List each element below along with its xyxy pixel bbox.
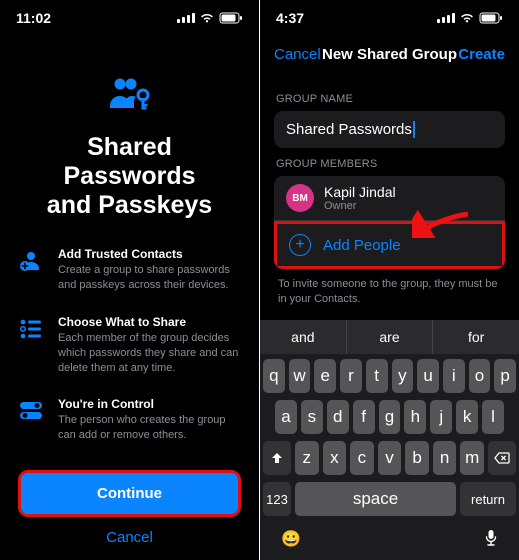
key-row-1: q w e r t y u i o p — [263, 359, 516, 393]
key-c[interactable]: c — [350, 441, 374, 475]
new-group-screen: 4:37 Cancel New Shared Group Create GROU… — [260, 0, 519, 560]
key-t[interactable]: t — [366, 359, 388, 393]
key-y[interactable]: y — [392, 359, 414, 393]
cellular-icon — [177, 13, 195, 23]
page-title: Shared Passwords and Passkeys — [18, 133, 241, 219]
nav-create-button[interactable]: Create — [458, 46, 505, 63]
dictation-key[interactable] — [484, 529, 498, 552]
suggestion[interactable]: for — [433, 320, 519, 354]
keyboard-footer: 😀 — [263, 523, 516, 556]
status-bar: 4:37 — [260, 0, 519, 36]
group-name-label: GROUP NAME — [276, 93, 503, 105]
wifi-icon — [199, 12, 215, 24]
key-row-3: z x c v b n m — [263, 441, 516, 475]
status-time: 4:37 — [276, 10, 304, 26]
key-r[interactable]: r — [340, 359, 362, 393]
suggestion[interactable]: and — [260, 320, 347, 354]
key-f[interactable]: f — [353, 400, 375, 434]
invite-footnote: To invite someone to the group, they mus… — [278, 277, 501, 307]
key-a[interactable]: a — [275, 400, 297, 434]
keyboard: and are for q w e r t y u i o p a — [260, 320, 519, 560]
key-b[interactable]: b — [405, 441, 429, 475]
key-j[interactable]: j — [430, 400, 452, 434]
nav-title: New Shared Group — [322, 46, 457, 63]
status-indicators — [437, 12, 503, 24]
member-name: Kapil Jindal — [324, 184, 493, 200]
feature-choose-share: Choose What to Share Each member of the … — [18, 315, 241, 376]
member-role: Owner — [324, 200, 493, 212]
key-i[interactable]: i — [443, 359, 465, 393]
key-v[interactable]: v — [378, 441, 402, 475]
continue-button[interactable]: Continue — [18, 470, 241, 517]
key-d[interactable]: d — [327, 400, 349, 434]
feature-desc: Create a group to share passwords and pa… — [58, 263, 241, 293]
group-members-label: GROUP MEMBERS — [276, 158, 503, 170]
key-w[interactable]: w — [289, 359, 311, 393]
shift-key[interactable] — [263, 441, 291, 475]
members-card: BM Kapil Jindal Owner + Add People — [274, 176, 505, 269]
feature-trusted-contacts: Add Trusted Contacts Create a group to s… — [18, 247, 241, 293]
shared-passwords-hero-icon — [18, 76, 241, 115]
key-e[interactable]: e — [314, 359, 336, 393]
return-key[interactable]: return — [460, 482, 516, 516]
suggestion[interactable]: are — [347, 320, 434, 354]
key-x[interactable]: x — [323, 441, 347, 475]
key-n[interactable]: n — [433, 441, 457, 475]
key-q[interactable]: q — [263, 359, 285, 393]
feature-desc: Each member of the group decides which p… — [58, 331, 241, 376]
key-k[interactable]: k — [456, 400, 478, 434]
numbers-key[interactable]: 123 — [263, 482, 291, 516]
key-o[interactable]: o — [469, 359, 491, 393]
nav-cancel-button[interactable]: Cancel — [274, 46, 321, 63]
group-name-input[interactable]: Shared Passwords — [274, 111, 505, 148]
key-h[interactable]: h — [404, 400, 426, 434]
cancel-button[interactable]: Cancel — [18, 517, 241, 560]
member-row[interactable]: BM Kapil Jindal Owner — [274, 176, 505, 221]
emoji-key[interactable]: 😀 — [281, 529, 301, 552]
feature-title: You're in Control — [58, 397, 241, 411]
key-s[interactable]: s — [301, 400, 323, 434]
text-cursor — [413, 121, 415, 138]
key-m[interactable]: m — [460, 441, 484, 475]
key-u[interactable]: u — [417, 359, 439, 393]
add-people-label: Add People — [323, 237, 401, 254]
toggles-icon — [18, 397, 44, 423]
status-bar: 11:02 — [0, 0, 259, 36]
battery-icon — [479, 12, 503, 24]
feature-title: Add Trusted Contacts — [58, 247, 241, 261]
feature-desc: The person who creates the group can add… — [58, 413, 241, 443]
plus-icon: + — [289, 234, 311, 256]
add-contact-icon — [18, 247, 44, 273]
key-row-2: a s d f g h j k l — [263, 400, 516, 434]
suggestion-bar: and are for — [260, 320, 519, 354]
intro-screen: 11:02 Shared Passwords and Passkeys Add … — [0, 0, 260, 560]
cellular-icon — [437, 13, 455, 23]
feature-title: Choose What to Share — [58, 315, 241, 329]
avatar: BM — [286, 184, 314, 212]
backspace-key[interactable] — [488, 441, 516, 475]
nav-bar: Cancel New Shared Group Create — [260, 36, 519, 73]
status-indicators — [177, 12, 243, 24]
key-g[interactable]: g — [379, 400, 401, 434]
wifi-icon — [459, 12, 475, 24]
key-l[interactable]: l — [482, 400, 504, 434]
status-time: 11:02 — [16, 10, 51, 26]
add-people-button[interactable]: + Add People — [274, 221, 505, 269]
list-choice-icon — [18, 315, 44, 341]
feature-in-control: You're in Control The person who creates… — [18, 397, 241, 443]
key-p[interactable]: p — [494, 359, 516, 393]
battery-icon — [219, 12, 243, 24]
space-key[interactable]: space — [295, 482, 456, 516]
key-row-4: 123 space return — [263, 482, 516, 516]
key-z[interactable]: z — [295, 441, 319, 475]
